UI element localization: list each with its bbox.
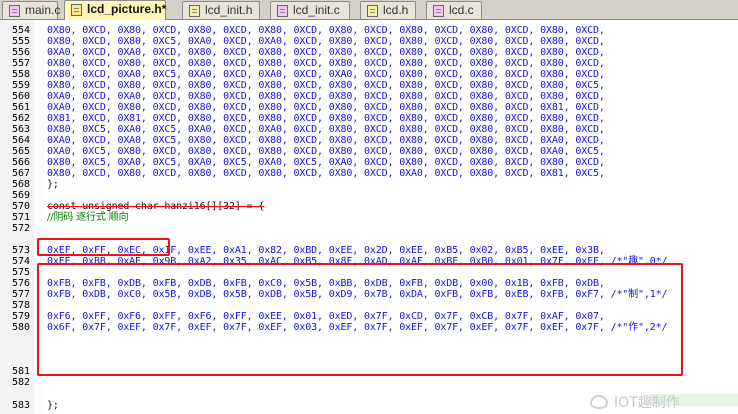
tab-lcd-init-h[interactable]: lcd_init.h: [182, 1, 260, 19]
tab-label: lcd.c: [449, 3, 474, 17]
tab-lcd-c[interactable]: lcd.c: [426, 1, 482, 19]
code-line: 559 0X80, 0XCD, 0X80, 0XCD, 0X80, 0XCD, 0…: [0, 80, 738, 91]
line-number: 571: [11, 212, 30, 223]
code-text: };: [47, 179, 59, 190]
tab-lcd-picture-h[interactable]: lcd_picture.h*: [64, 0, 166, 20]
line-number: 554: [11, 25, 30, 36]
line-number: 558: [11, 69, 30, 80]
code-line: 554 0X80, 0XCD, 0X80, 0XCD, 0X80, 0XCD, 0…: [0, 25, 738, 36]
code-line: 571 //阴码 逐行式 顺向: [0, 212, 738, 223]
code-line: 566 0X80, 0XC5, 0XA0, 0XC5, 0XA0, 0XC5, 0…: [0, 157, 738, 168]
code-text: 0X80, 0XCD, 0X80, 0XCD, 0X80, 0XCD, 0X80…: [47, 80, 605, 91]
code-line: 564 0XA0, 0XCD, 0XA0, 0XC5, 0X80, 0XCD, 0…: [0, 135, 738, 146]
code-line: 557 0X80, 0XCD, 0X80, 0XCD, 0X80, 0XCD, 0…: [0, 58, 738, 69]
line-number: 577: [11, 289, 30, 300]
line-number: 573: [11, 245, 30, 256]
line-number: 580: [11, 322, 30, 333]
code-line: 560 0XA0, 0XCD, 0XA0, 0XCD, 0X80, 0XCD, 0…: [0, 91, 738, 102]
code-line: 561 0XA0, 0XCD, 0X80, 0XCD, 0X80, 0XCD, 0…: [0, 102, 738, 113]
line-number: 564: [11, 135, 30, 146]
code-line: 570 const unsigned char hanzi16[][32] = {: [0, 201, 738, 212]
code-line: 568};: [0, 179, 738, 190]
code-text: 0XA0, 0XC5, 0X80, 0XCD, 0X80, 0XCD, 0X80…: [47, 146, 605, 157]
line-number: 559: [11, 80, 30, 91]
code-text: 0X81, 0XCD, 0X81, 0XCD, 0X80, 0XCD, 0X80…: [47, 113, 605, 124]
data-highlight-box: [37, 263, 683, 376]
code-editor[interactable]: 554 0X80, 0XCD, 0X80, 0XCD, 0X80, 0XCD, 0…: [0, 20, 738, 414]
code-text: 0X80, 0XCD, 0X80, 0XCD, 0X80, 0XCD, 0X80…: [47, 168, 605, 179]
code-text: 0X80, 0XCD, 0X80, 0XC5, 0XA0, 0XCD, 0XA0…: [47, 36, 605, 47]
c-file-icon: [433, 5, 444, 17]
line-number: 570: [11, 201, 30, 212]
line-number: 581: [11, 366, 30, 377]
line-number: 556: [11, 47, 30, 58]
tab-label: lcd.h: [383, 3, 409, 17]
watermark: IOT趣制作: [588, 392, 708, 414]
h-file-icon: [71, 4, 82, 16]
c-file-icon: [277, 5, 288, 17]
tab-label: main.c: [25, 3, 61, 17]
watermark-text: IOT趣制作: [614, 395, 680, 411]
code-text: 0XA0, 0XCD, 0XA0, 0XCD, 0X80, 0XCD, 0X80…: [47, 91, 605, 102]
code-text: };: [47, 400, 59, 411]
code-line: 569: [0, 190, 738, 201]
code-text: 0X80, 0XCD, 0X80, 0XCD, 0X80, 0XCD, 0X80…: [47, 58, 605, 69]
h-file-icon: [189, 5, 200, 17]
line-number: 568: [11, 179, 30, 190]
code-line: 563 0X80, 0XC5, 0XA0, 0XC5, 0XA0, 0XCD, 0…: [0, 124, 738, 135]
code-line: 582: [0, 377, 738, 388]
h-file-icon: [367, 5, 378, 17]
chat-bubble-icon: [590, 395, 608, 409]
line-number: 583: [11, 400, 30, 411]
line-number: 576: [11, 278, 30, 289]
code-text: 0XA0, 0XCD, 0X80, 0XCD, 0X80, 0XCD, 0X80…: [47, 102, 605, 113]
code-comment: //阴码 逐行式 顺向: [47, 212, 129, 223]
line-number: 561: [11, 102, 30, 113]
code-text: 0X80, 0XC5, 0XA0, 0XC5, 0XA0, 0XCD, 0XA0…: [47, 124, 605, 135]
code-text: 0X80, 0XCD, 0X80, 0XCD, 0X80, 0XCD, 0X80…: [47, 25, 605, 36]
code-line: 562 0X81, 0XCD, 0X81, 0XCD, 0X80, 0XCD, 0…: [0, 113, 738, 124]
code-line: 572: [0, 223, 738, 234]
code-text: 0X80, 0XC5, 0XA0, 0XC5, 0XA0, 0XC5, 0XA0…: [47, 157, 605, 168]
code-text: 0XA0, 0XCD, 0XA0, 0XC5, 0X80, 0XCD, 0X80…: [47, 135, 605, 146]
line-number: 563: [11, 124, 30, 135]
line-number: 579: [11, 311, 30, 322]
line-number: 560: [11, 91, 30, 102]
code-text: 0XA0, 0XCD, 0XA0, 0XCD, 0X80, 0XCD, 0X80…: [47, 47, 605, 58]
tab-lcd-init-c[interactable]: lcd_init.c: [270, 1, 350, 19]
tab-label: lcd_init.h: [205, 3, 253, 17]
comment-highlight-box: [37, 238, 170, 256]
code-line: 567 0X80, 0XCD, 0X80, 0XCD, 0X80, 0XCD, 0…: [0, 168, 738, 179]
line-number: 572: [11, 223, 30, 234]
c-file-icon: [9, 5, 20, 17]
line-number: 582: [11, 377, 30, 388]
line-number: 557: [11, 58, 30, 69]
code-text: 0X80, 0XCD, 0XA0, 0XC5, 0XA0, 0XCD, 0XA0…: [47, 69, 605, 80]
tab-label: lcd_init.c: [293, 3, 340, 17]
tab-lcd-h[interactable]: lcd.h: [360, 1, 416, 19]
code-line: 555 0X80, 0XCD, 0X80, 0XC5, 0XA0, 0XCD, 0…: [0, 36, 738, 47]
line-number: 566: [11, 157, 30, 168]
line-number: 555: [11, 36, 30, 47]
line-number: 569: [11, 190, 30, 201]
code-line: 565 0XA0, 0XC5, 0X80, 0XCD, 0X80, 0XCD, 0…: [0, 146, 738, 157]
line-number: 578: [11, 300, 30, 311]
file-tab-bar: main.c lcd_picture.h* lcd_init.h lcd_ini…: [0, 0, 738, 20]
line-number: 574: [11, 256, 30, 267]
line-number: 567: [11, 168, 30, 179]
code-text: const unsigned char hanzi16[][32] = {: [47, 201, 265, 212]
tab-label: lcd_picture.h*: [87, 2, 167, 16]
line-number: 565: [11, 146, 30, 157]
code-line: 556 0XA0, 0XCD, 0XA0, 0XCD, 0X80, 0XCD, 0…: [0, 47, 738, 58]
line-number: 575: [11, 267, 30, 278]
code-line: 558 0X80, 0XCD, 0XA0, 0XC5, 0XA0, 0XCD, 0…: [0, 69, 738, 80]
line-number: 562: [11, 113, 30, 124]
tab-main-c[interactable]: main.c: [2, 1, 61, 19]
